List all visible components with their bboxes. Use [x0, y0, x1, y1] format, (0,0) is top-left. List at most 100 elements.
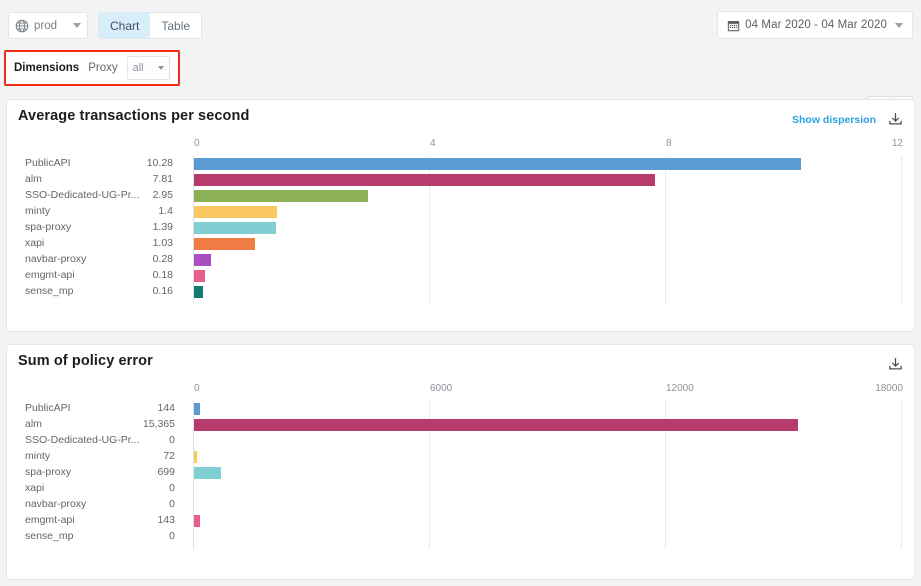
bar[interactable] — [194, 419, 798, 431]
download-icon[interactable] — [887, 111, 904, 128]
bar-value-label: 10.28 — [147, 157, 173, 169]
bar-category-label: alm — [25, 418, 42, 430]
bar-value-label: 0 — [169, 482, 175, 494]
bar-value-label: 7.81 — [153, 173, 173, 185]
bar-category-label: sense_mp — [25, 285, 73, 297]
bar-value-label: 72 — [163, 450, 175, 462]
table-row: PublicAPI 10.28 — [7, 156, 921, 172]
table-row: xapi 1.03 — [7, 236, 921, 252]
bar-category-label: xapi — [25, 237, 44, 249]
bar-category-label: PublicAPI — [25, 157, 71, 169]
bar-rows: PublicAPI 10.28 alm 7.81 SSO-Dedicated-UG-Pr… — [7, 156, 921, 300]
bar-category-label: navbar-proxy — [25, 253, 86, 265]
table-row: emgmt-api 0.18 — [7, 268, 921, 284]
x-axis-tick-labels: 0 4 8 12 — [7, 138, 921, 152]
bar[interactable] — [194, 467, 221, 479]
bar-category-label: alm — [25, 173, 42, 185]
bar-value-label: 1.03 — [153, 237, 173, 249]
chart-title: Average transactions per second — [18, 108, 249, 124]
chart-card: Average transactions per second Show disp… — [6, 99, 915, 332]
tab-chart[interactable]: Chart — [99, 13, 150, 38]
x-tick-label: 12 — [892, 138, 903, 149]
bar[interactable] — [194, 206, 277, 218]
bar-rows: PublicAPI144alm 15,365 SSO-Dedicated-UG-Pr… — [7, 401, 921, 545]
table-row: SSO-Dedicated-UG-Pr...2.95 — [7, 188, 921, 204]
bar-value-label: 0 — [169, 498, 175, 510]
chevron-down-icon — [895, 23, 903, 28]
download-icon[interactable] — [887, 356, 904, 373]
bar-value-label: 0.18 — [153, 269, 173, 281]
chart-actions: Show dispersion — [792, 111, 904, 128]
x-tick-label: 8 — [666, 138, 672, 149]
proxy-select[interactable]: all — [127, 56, 170, 80]
table-row: navbar-proxy 0.28 — [7, 252, 921, 268]
bar[interactable] — [194, 270, 205, 282]
bar-value-label: 0 — [169, 434, 175, 446]
bar-value-label: 144 — [157, 402, 175, 414]
dimension-key-label: Proxy — [88, 62, 117, 74]
bar-value-label: 0.16 — [153, 285, 173, 297]
table-row: minty 72 — [7, 449, 921, 465]
tab-table[interactable]: Table — [150, 13, 201, 38]
bar-category-label: emgmt-api — [25, 269, 75, 281]
environment-selector[interactable]: prod — [8, 12, 88, 39]
x-tick-label: 0 — [194, 383, 200, 394]
calendar-icon — [727, 19, 740, 32]
chevron-down-icon — [158, 66, 164, 70]
bar-category-label: SSO-Dedicated-UG-Pr... — [25, 434, 139, 446]
x-axis-tick-labels: 060001200018000 — [7, 383, 921, 397]
table-row: minty 1.4 — [7, 204, 921, 220]
bar[interactable] — [194, 222, 276, 234]
bar-value-label: 143 — [157, 514, 175, 526]
bar-value-label: 699 — [157, 466, 175, 478]
bar[interactable] — [194, 403, 200, 415]
bar-value-label: 2.95 — [153, 189, 173, 201]
analytics-dashboard: prod Chart Table — [0, 0, 921, 586]
table-row: sense_mp0 — [7, 529, 921, 545]
chevron-down-icon — [73, 23, 81, 28]
bar-plot: 060001200018000PublicAPI144alm15,365SSO-… — [7, 383, 914, 568]
globe-icon — [15, 19, 29, 33]
bar-value-label: 1.4 — [158, 205, 173, 217]
table-row: spa-proxy1.39 — [7, 220, 921, 236]
table-row: xapi 0 — [7, 481, 921, 497]
bar-category-label: spa-proxy — [25, 221, 71, 233]
view-tabs: Chart Table — [98, 12, 202, 39]
bar-category-label: minty — [25, 450, 50, 462]
table-row: PublicAPI144 — [7, 401, 921, 417]
bar-category-label: minty — [25, 205, 50, 217]
x-tick-label: 12000 — [666, 383, 694, 394]
dimensions-filter-group: Dimensions Proxy all — [4, 50, 180, 86]
bar[interactable] — [194, 190, 368, 202]
table-row: alm 15,365 — [7, 417, 921, 433]
x-tick-label: 0 — [194, 138, 200, 149]
bar[interactable] — [194, 238, 255, 250]
bar-value-label: 15,365 — [143, 418, 175, 430]
chart-card: Sum of policy error060001200018000Public… — [6, 344, 915, 580]
bar[interactable] — [194, 286, 203, 298]
bar-plot: 04812PublicAPI10.28alm7.81SSO-Dedicated-… — [7, 138, 914, 318]
table-row: SSO-Dedicated-UG-Pr... 0 — [7, 433, 921, 449]
environment-value: prod — [34, 20, 57, 32]
bar[interactable] — [194, 158, 801, 170]
table-row: spa-proxy699 — [7, 465, 921, 481]
bar-category-label: xapi — [25, 482, 44, 494]
table-row: emgmt-api143 — [7, 513, 921, 529]
proxy-select-value: all — [133, 62, 144, 74]
table-row: sense_mp 0.16 — [7, 284, 921, 300]
date-range-picker[interactable]: 04 Mar 2020 - 04 Mar 2020 — [717, 11, 913, 39]
show-dispersion-link[interactable]: Show dispersion — [792, 114, 876, 126]
bar-value-label: 0.28 — [153, 253, 173, 265]
bar[interactable] — [194, 174, 655, 186]
bar[interactable] — [194, 451, 197, 463]
x-tick-label: 4 — [430, 138, 436, 149]
bar-category-label: sense_mp — [25, 530, 73, 542]
bar-category-label: navbar-proxy — [25, 498, 86, 510]
table-row: navbar-proxy 0 — [7, 497, 921, 513]
x-tick-label: 6000 — [430, 383, 452, 394]
table-row: alm 7.81 — [7, 172, 921, 188]
bar[interactable] — [194, 515, 200, 527]
chart-title: Sum of policy error — [18, 353, 153, 369]
bar[interactable] — [194, 254, 211, 266]
chart-actions — [887, 356, 904, 373]
